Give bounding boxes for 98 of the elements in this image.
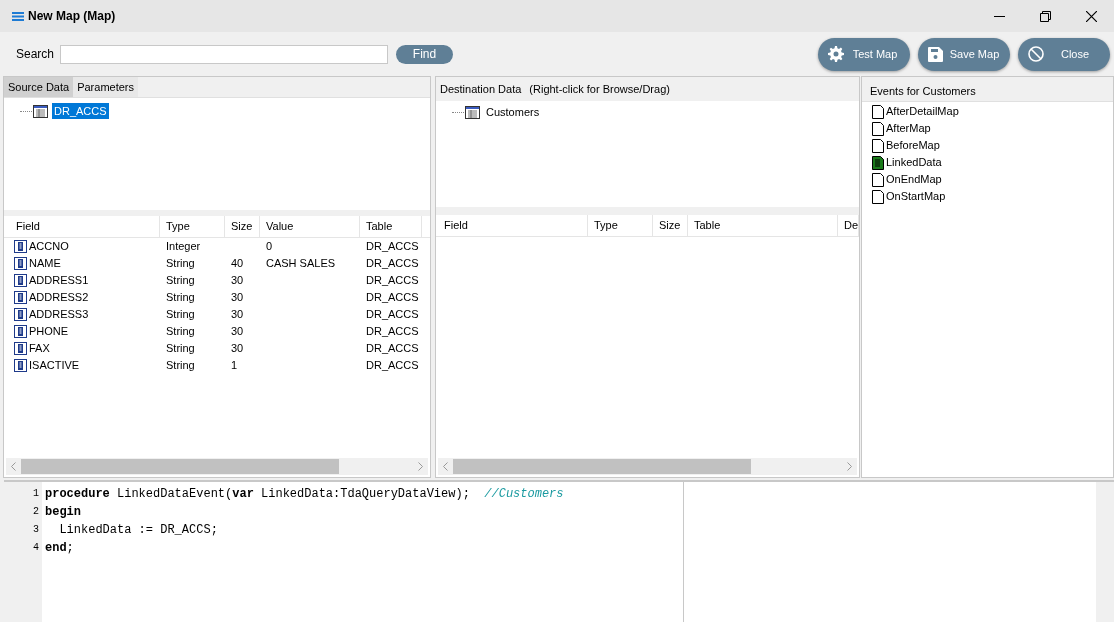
event-item[interactable]: LinkedData	[886, 154, 942, 171]
column-header[interactable]: Table	[360, 216, 422, 237]
field-icon	[14, 359, 27, 372]
window-title: New Map (Map)	[28, 8, 116, 25]
event-item[interactable]: OnStartMap	[886, 188, 946, 205]
table-cell: String	[166, 342, 195, 355]
table-cell-text: ADDRESS3	[29, 307, 89, 323]
minimize-icon	[993, 15, 1005, 17]
event-item[interactable]: BeforeMap	[886, 137, 940, 154]
line-number: 1	[32, 487, 39, 501]
table-icon	[465, 105, 480, 119]
panel-header: Destination Data	[440, 81, 522, 97]
tree-item[interactable]: Customers	[484, 103, 542, 121]
scrollbar-thumb[interactable]	[21, 459, 339, 474]
field-icon	[14, 308, 27, 321]
table-cell: DR_ACCS	[366, 308, 419, 321]
event-item[interactable]: AfterDetailMap	[886, 103, 959, 120]
table-cell: String	[166, 308, 195, 321]
toolbar-button[interactable]: Close	[1018, 37, 1110, 71]
column-header[interactable]: Type	[160, 216, 225, 237]
gear-icon	[828, 46, 844, 62]
table-cell: DR_ACCS	[366, 291, 419, 304]
table-cell: 30	[231, 274, 244, 287]
table-cell: String	[166, 274, 195, 287]
event-item[interactable]: OnEndMap	[886, 171, 942, 188]
table-icon	[33, 104, 48, 118]
table-cell: String	[166, 359, 195, 372]
table-cell: 1	[231, 359, 238, 372]
tree-line	[452, 111, 464, 113]
table-cell-text: FAX	[29, 341, 50, 357]
line-number: 2	[32, 505, 39, 519]
field-icon	[14, 291, 27, 304]
column-header[interactable]: Field	[4, 216, 160, 237]
code-editor[interactable]: 1 2 3 4 procedure LinkedDataEvent(var LinkedData:TdaQueryDataView); //Customers begin LinkedData := DR_ACCS; end;	[4, 482, 684, 622]
scrollbar-thumb[interactable]	[453, 459, 751, 474]
tree-line	[20, 110, 32, 112]
search-label: Search	[16, 46, 55, 63]
table-cell-text: NAME	[29, 256, 61, 272]
table-cell: 30	[231, 308, 244, 321]
code-line: begin	[45, 504, 82, 521]
column-header[interactable]: Value	[260, 216, 360, 237]
horizontal-scrollbar[interactable]	[6, 458, 428, 475]
line-number: 3	[32, 523, 39, 537]
horizontal-scrollbar[interactable]	[438, 458, 857, 475]
line-number: 4	[32, 541, 39, 555]
table-cell: 30	[231, 342, 244, 355]
table-cell-text: ADDRESS2	[29, 290, 89, 306]
column-header[interactable]: De	[838, 215, 859, 236]
event-item[interactable]: AfterMap	[886, 120, 931, 137]
hint-text: (Right-click for Browse/Drag)	[529, 81, 670, 97]
table-cell-text: ACCNO	[29, 239, 69, 255]
menu-icon	[12, 11, 24, 21]
tab[interactable]: Source Data	[4, 77, 74, 97]
close-icon	[1085, 10, 1097, 22]
restore-icon	[1039, 10, 1051, 22]
table-cell: String	[166, 325, 195, 338]
scroll-right-icon[interactable]	[418, 462, 423, 471]
toolbar-button[interactable]: Save Map	[918, 37, 1010, 71]
table-cell-text: ADDRESS1	[29, 273, 89, 289]
table-cell: 30	[231, 291, 244, 304]
table-cell: DR_ACCS	[366, 257, 419, 270]
column-header[interactable]: Table	[688, 215, 838, 236]
code-line: procedure LinkedDataEvent(var LinkedData:TdaQueryDataView); //Customers	[45, 486, 564, 503]
panel-header: Events for Customers	[870, 83, 976, 99]
table-cell: DR_ACCS	[366, 342, 419, 355]
table-cell: 0	[266, 240, 273, 253]
field-icon	[14, 325, 27, 338]
search-field[interactable]	[60, 44, 389, 64]
table-cell: 30	[231, 325, 244, 338]
table-cell: String	[166, 291, 195, 304]
code-line: end;	[45, 540, 75, 557]
table-cell: String	[166, 257, 195, 270]
table-cell: DR_ACCS	[366, 325, 419, 338]
scroll-left-icon[interactable]	[11, 462, 16, 471]
field-icon	[14, 257, 27, 270]
column-header[interactable]: Field	[436, 215, 588, 236]
field-icon	[14, 240, 27, 253]
scroll-left-icon[interactable]	[443, 462, 448, 471]
table-cell: CASH SALES	[266, 257, 336, 270]
table-cell-text: PHONE	[29, 324, 69, 340]
field-icon	[14, 342, 27, 355]
table-cell: Integer	[166, 240, 201, 253]
table-cell: DR_ACCS	[366, 274, 419, 287]
table-cell: DR_ACCS	[366, 359, 419, 372]
find-button[interactable]: Find	[396, 44, 454, 64]
column-header[interactable]: Size	[225, 216, 260, 237]
prohibited-icon	[1028, 46, 1044, 62]
field-icon	[14, 274, 27, 287]
table-cell: DR_ACCS	[366, 240, 419, 253]
code-line: LinkedData := DR_ACCS;	[58, 522, 219, 539]
table-cell-text: ISACTIVE	[29, 358, 80, 374]
scroll-right-icon[interactable]	[847, 462, 852, 471]
column-header[interactable]: Size	[653, 215, 688, 236]
table-cell: 40	[231, 257, 244, 270]
toolbar-button[interactable]: Test Map	[818, 37, 910, 71]
tree-item[interactable]: DR_ACCS	[52, 102, 109, 120]
column-header[interactable]: Type	[588, 215, 653, 236]
tab[interactable]: Parameters	[73, 77, 138, 97]
